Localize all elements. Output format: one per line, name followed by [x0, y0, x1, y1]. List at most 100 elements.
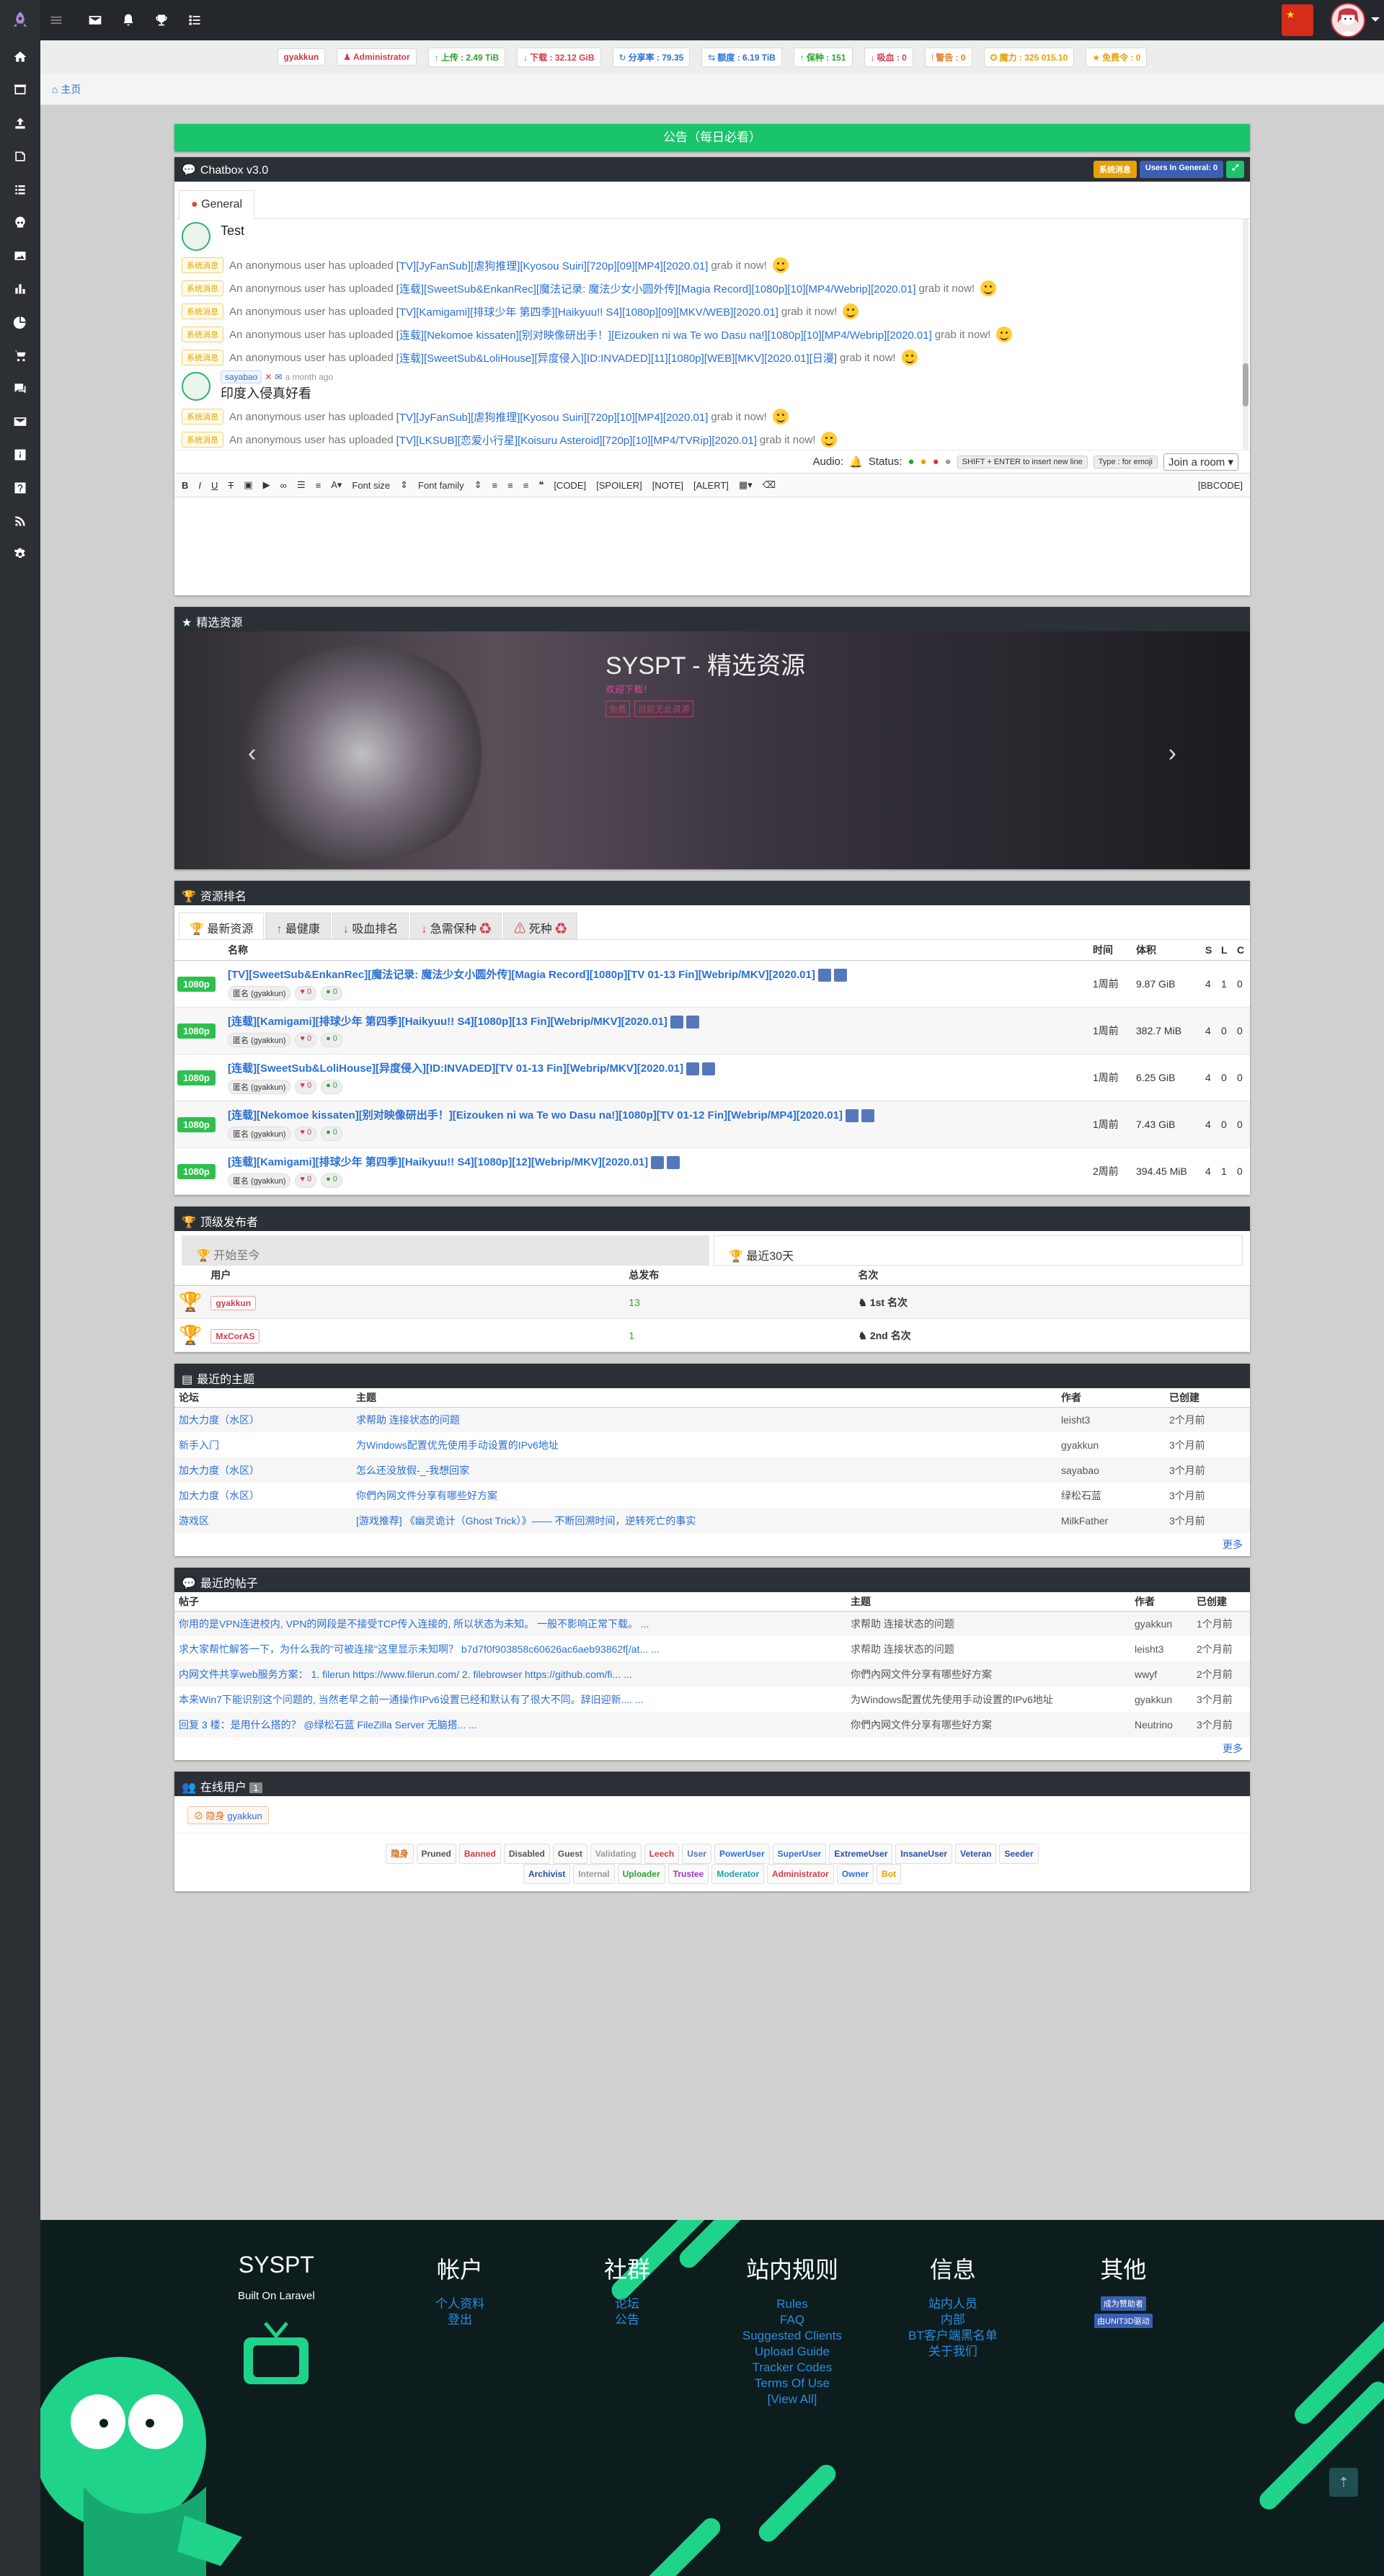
status-invisible-icon[interactable]: ●: [945, 456, 952, 468]
tab-general[interactable]: ● General: [179, 190, 255, 220]
sidebar-help[interactable]: [0, 471, 40, 505]
stat-group[interactable]: ♟ Administrator: [337, 48, 417, 66]
magnet-icon[interactable]: [861, 1109, 874, 1123]
topic-forum-link[interactable]: 加大力度（水区）: [174, 1483, 352, 1508]
stat-ratio[interactable]: ↻ 分享率 : 79.35: [612, 47, 691, 67]
group-chip[interactable]: Internal: [573, 1864, 615, 1884]
download-icon[interactable]: [845, 1109, 859, 1123]
font-size-select[interactable]: Font size: [352, 480, 390, 491]
footer-link-terms[interactable]: Terms Of Use: [742, 2376, 842, 2391]
sidebar-torrents[interactable]: [0, 74, 40, 107]
tab-last-30-days[interactable]: 🏆 最近30天: [714, 1235, 1243, 1266]
system-messages-button[interactable]: 系统消息: [1093, 161, 1137, 178]
sidebar-pie[interactable]: [0, 306, 40, 339]
group-chip[interactable]: User: [682, 1844, 711, 1864]
group-chip[interactable]: Validating: [590, 1844, 642, 1864]
stat-username[interactable]: gyakkun: [277, 48, 326, 66]
post-excerpt-link[interactable]: 回复 3 楼：是用什么搭的？ @绿松石蓝 FileZilla Server 无脑…: [174, 1712, 846, 1737]
users-in-room-button[interactable]: Users In General: 0: [1139, 161, 1224, 178]
group-chip[interactable]: Administrator: [767, 1864, 834, 1884]
footer-link-view-all[interactable]: [View All]: [742, 2391, 842, 2407]
footer-link-blacklist[interactable]: BT客户端黑名单: [908, 2328, 998, 2344]
group-chip[interactable]: Archivist: [523, 1864, 571, 1884]
sidebar-info[interactable]: [0, 438, 40, 471]
group-chip[interactable]: Seeder: [999, 1844, 1039, 1864]
footer-link-rules[interactable]: Rules: [742, 2296, 842, 2312]
tab-leechers[interactable]: ↓ 吸血排名: [332, 912, 409, 939]
uploader-name[interactable]: gyakkun: [210, 1295, 257, 1310]
topic-forum-link[interactable]: 加大力度（水区）: [174, 1457, 352, 1483]
table-icon[interactable]: ▦▾: [739, 479, 753, 491]
topic-forum-link[interactable]: 游戏区: [174, 1508, 352, 1533]
code-button[interactable]: [CODE]: [554, 480, 586, 491]
stat-warnings[interactable]: ! 警告 : 0: [924, 47, 972, 67]
font-family-select[interactable]: Font family: [418, 480, 464, 491]
stat-freeleech[interactable]: ★ 免费令 : 0: [1086, 47, 1148, 67]
torrent-name-link[interactable]: [连载][Kamigami][排球少年 第四季][Haikyuu!! S4][1…: [228, 1156, 648, 1168]
sidebar-messages[interactable]: [0, 405, 40, 438]
footer-link-logout[interactable]: 登出: [435, 2312, 484, 2328]
align-center-icon[interactable]: ≡: [507, 480, 513, 491]
expand-icon[interactable]: ⤢: [1226, 161, 1244, 178]
post-excerpt-link[interactable]: 求大家帮忙解答一下，为什么我的"可被连接"这里显示未知啊？ b7d7f0f903…: [174, 1636, 846, 1661]
bbcode-toggle[interactable]: [BBCODE]: [1198, 480, 1243, 491]
stat-upload[interactable]: ↑ 上传 : 2.49 TiB: [427, 47, 506, 67]
user-menu-caret-icon[interactable]: [1371, 17, 1380, 22]
status-busy-icon[interactable]: ●: [933, 456, 939, 468]
stat-seeding[interactable]: ↑ 保种 : 151: [793, 47, 853, 67]
group-chip[interactable]: Disabled: [503, 1844, 550, 1864]
align-left-icon[interactable]: ≡: [492, 480, 498, 491]
inbox-button[interactable]: [86, 12, 104, 29]
stat-leeching[interactable]: ↓ 吸血 : 0: [864, 47, 913, 67]
torrent-link[interactable]: [连载][SweetSub&EnkanRec][魔法记录: 魔法少女小圆外传][…: [396, 281, 916, 296]
group-chip[interactable]: SuperUser: [772, 1844, 827, 1864]
group-chip[interactable]: Uploader: [617, 1864, 665, 1884]
posts-more-link[interactable]: 更多: [174, 1737, 1250, 1760]
magnet-icon[interactable]: [701, 1062, 715, 1076]
magnet-icon[interactable]: [667, 1156, 680, 1170]
topic-forum-link[interactable]: 加大力度（水区）: [174, 1407, 352, 1432]
chat-user-avatar[interactable]: [182, 222, 210, 251]
sidebar-requests[interactable]: [0, 140, 40, 173]
uploader-chip[interactable]: 匿名 (gyakkun): [228, 1127, 291, 1142]
footer-link-upload-guide[interactable]: Upload Guide: [742, 2344, 842, 2360]
slide-tag-none[interactable]: 目前无此资源: [634, 701, 694, 717]
video-icon[interactable]: ▶: [263, 479, 270, 491]
note-button[interactable]: [NOTE]: [652, 480, 683, 491]
stat-download[interactable]: ↓ 下载 : 32.12 GiB: [517, 47, 601, 67]
post-excerpt-link[interactable]: 本来Win7下能识别这个问题的, 当然老早之前一通操作IPv6设置已经和默认有了…: [174, 1687, 846, 1712]
group-chip[interactable]: Moderator: [711, 1864, 765, 1884]
footer-donate-tag[interactable]: 成为赞助者: [1100, 2296, 1146, 2311]
featured-carousel[interactable]: SYSPT - 精选资源 欢迎下载！ 免费 目前无此资源 ‹ ›: [174, 631, 1250, 869]
torrent-link[interactable]: [TV][Kamigami][排球少年 第四季][Haikyuu!! S4][1…: [396, 304, 778, 319]
breadcrumb-home[interactable]: ⌂ 主页: [52, 84, 81, 95]
tab-need-seed[interactable]: ↓ 急需保种 ♻: [410, 912, 502, 939]
uploader-name[interactable]: MxCorAS: [210, 1328, 260, 1343]
alert-button[interactable]: [ALERT]: [693, 480, 729, 491]
topic-title-link[interactable]: [游戏推荐] 《幽灵诡计（Ghost Trick）》—— 不断回溯时间，逆转死亡…: [352, 1508, 1057, 1533]
chat-user-avatar[interactable]: [182, 372, 210, 401]
torrent-link[interactable]: [连载][Nekomoe kissaten][别对映像研出手！][Eizouke…: [396, 327, 932, 342]
group-chip[interactable]: Banned: [458, 1844, 501, 1864]
topic-title-link[interactable]: 怎么还没放假-_-我想回家: [352, 1457, 1057, 1483]
carousel-prev-icon[interactable]: ‹: [248, 740, 256, 768]
group-chip[interactable]: PowerUser: [714, 1844, 770, 1864]
tab-dead[interactable]: ⚠ 死种 ♻: [503, 912, 578, 939]
bell-icon[interactable]: 🔔: [849, 456, 863, 468]
uploader-chip[interactable]: 匿名 (gyakkun): [228, 986, 291, 1001]
quote-icon[interactable]: ❝: [538, 479, 544, 491]
group-chip[interactable]: 隐身: [386, 1844, 414, 1864]
achievements-button[interactable]: [153, 12, 170, 29]
footer-link-about[interactable]: 关于我们: [908, 2344, 998, 2360]
chat-scroll-thumb[interactable]: [1243, 363, 1248, 407]
chat-input[interactable]: [174, 497, 1250, 595]
torrent-link[interactable]: [连载][SweetSub&LoliHouse][异度侵入][ID:INVADE…: [396, 350, 837, 365]
underline-button[interactable]: U: [211, 480, 218, 491]
back-to-top-icon[interactable]: ⇡: [1329, 2468, 1358, 2497]
online-user[interactable]: ⊘ 隐身 gyakkun: [187, 1806, 269, 1824]
topics-more-link[interactable]: 更多: [174, 1533, 1250, 1556]
sidebar-lists[interactable]: [0, 173, 40, 206]
magnet-icon[interactable]: [686, 1016, 699, 1029]
footer-link-faq[interactable]: FAQ: [742, 2312, 842, 2328]
download-icon[interactable]: [686, 1062, 699, 1076]
